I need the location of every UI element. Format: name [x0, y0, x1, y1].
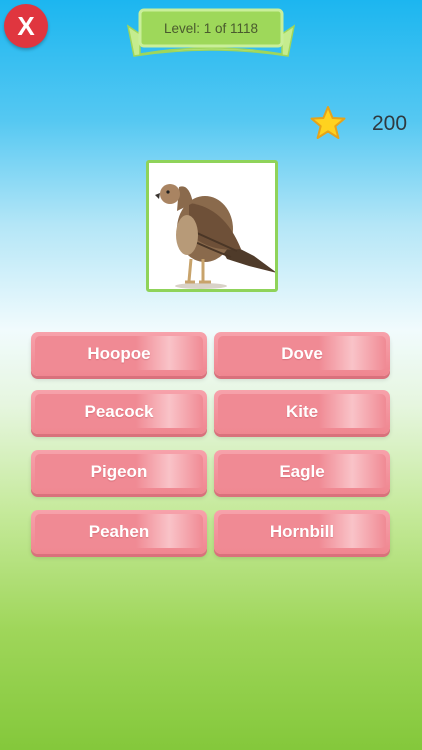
answer-button-dove[interactable]: Dove	[214, 332, 390, 376]
level-banner: Level: 1 of 1118	[126, 4, 296, 60]
answer-label: Eagle	[279, 462, 325, 481]
answer-label: Peahen	[88, 522, 150, 541]
answer-label: Kite	[285, 402, 319, 421]
answer-label: Dove	[281, 344, 323, 363]
answer-button-peahen[interactable]: Peahen	[31, 510, 207, 554]
star-icon	[310, 106, 346, 139]
answer-button-peacock[interactable]: Peacock	[31, 390, 207, 434]
answer-label: Peacock	[84, 402, 154, 421]
level-text: Level: 1 of 1118	[163, 20, 259, 36]
answer-label: Hornbill	[269, 522, 335, 541]
score-value: 200	[372, 112, 408, 135]
answer-button-eagle[interactable]: Eagle	[214, 450, 390, 494]
answer-label: Pigeon	[90, 462, 148, 481]
answer-button-hornbill[interactable]: Hornbill	[214, 510, 390, 554]
close-button[interactable]: X	[4, 4, 48, 48]
answer-button-kite[interactable]: Kite	[214, 390, 390, 434]
bird-image	[146, 160, 278, 292]
answer-button-pigeon[interactable]: Pigeon	[31, 450, 207, 494]
answer-button-hoopoe[interactable]: Hoopoe	[31, 332, 207, 376]
close-label: X	[17, 10, 35, 41]
answer-label: Hoopoe	[87, 344, 151, 363]
